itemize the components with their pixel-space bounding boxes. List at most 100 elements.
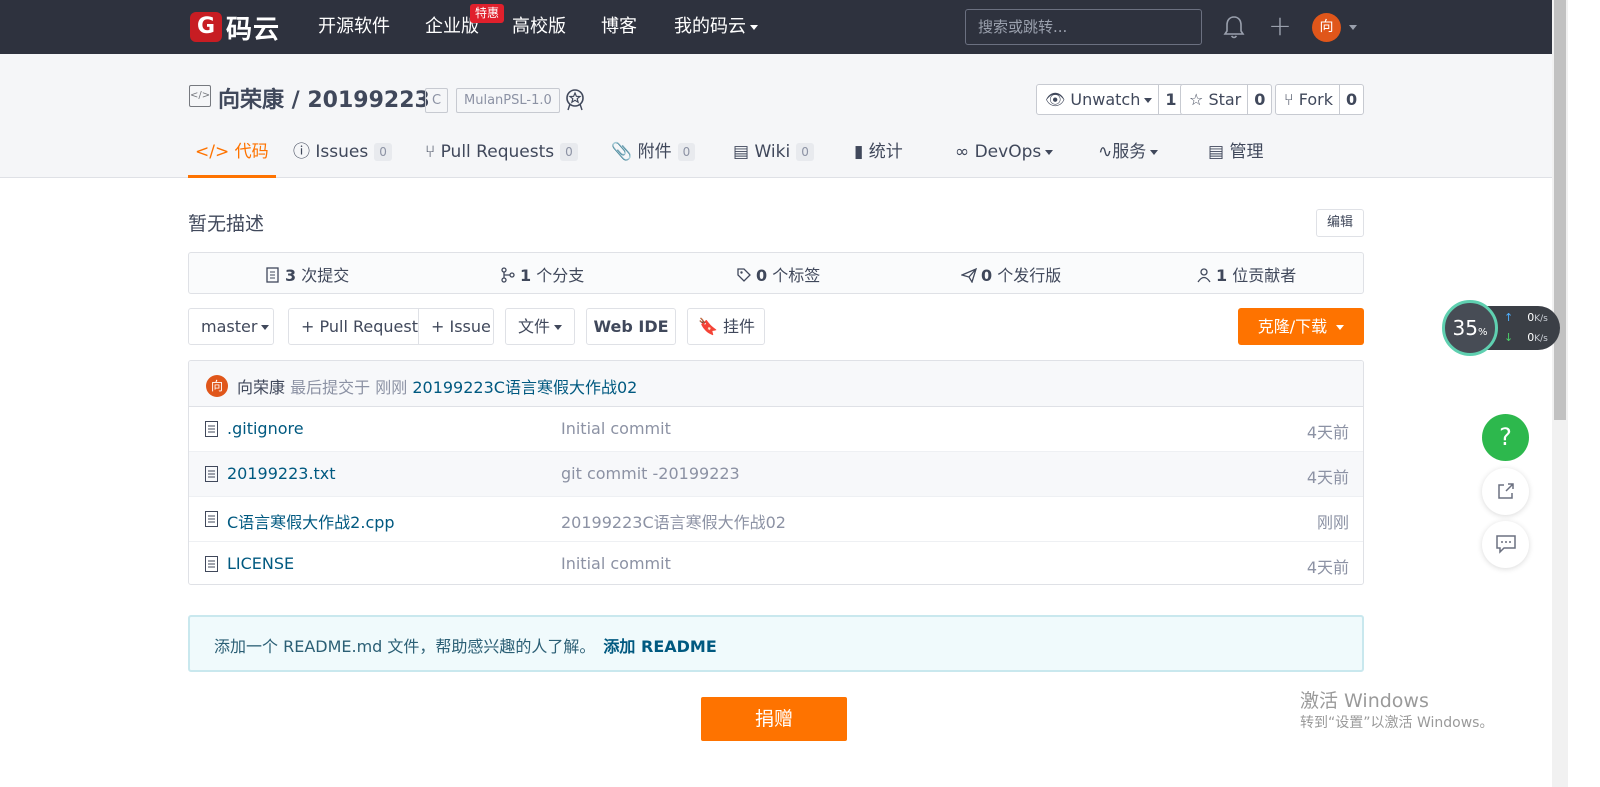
watch-button[interactable]: 👁 Unwatch xyxy=(1037,85,1160,114)
file-time: 4天前 xyxy=(1306,468,1349,487)
tab-statistics[interactable]: ▮ 统计 xyxy=(854,138,903,178)
avatar-chevron-down-icon[interactable] xyxy=(1349,25,1357,30)
commit-author-avatar[interactable]: 向 xyxy=(206,375,228,397)
share-button[interactable] xyxy=(1482,468,1529,515)
nav-blog[interactable]: 博客 xyxy=(601,14,637,40)
feedback-button[interactable] xyxy=(1482,521,1529,568)
edit-description-button[interactable]: 编辑 xyxy=(1316,209,1364,237)
help-button[interactable]: ? xyxy=(1482,414,1529,461)
chevron-down-icon xyxy=(1336,325,1345,330)
file-icon xyxy=(205,556,218,572)
tab-wiki[interactable]: ▤ Wiki 0 xyxy=(733,138,814,178)
file-name-link[interactable]: C语言寒假大作战2.cpp xyxy=(227,509,395,533)
bell-icon[interactable] xyxy=(1222,14,1246,40)
chevron-down-icon xyxy=(1045,149,1054,155)
chevron-down-icon xyxy=(554,325,563,330)
paperclip-icon: 📎 xyxy=(611,142,633,162)
nav-education[interactable]: 高校版 xyxy=(512,14,566,40)
logo-text: 码云 xyxy=(226,14,281,45)
file-icon xyxy=(205,421,218,437)
stat-tags[interactable]: 0 个标签 xyxy=(736,262,820,286)
last-commit-row: 向 向荣康 最后提交于 刚刚 20199223C语言寒假大作战02 xyxy=(189,361,1363,407)
file-name-link[interactable]: LICENSE xyxy=(227,554,294,573)
search-input[interactable]: 搜索或跳转... xyxy=(965,9,1202,45)
paper-plane-icon xyxy=(961,267,977,283)
repo-title[interactable]: 向荣康 / 20199223 xyxy=(218,82,430,114)
file-menu-button[interactable]: 文件 xyxy=(505,308,575,345)
star-button-group[interactable]: ☆ Star 0 xyxy=(1180,84,1273,115)
file-commit-message[interactable]: Initial commit xyxy=(561,419,671,438)
commit-author[interactable]: 向荣康 xyxy=(237,378,285,397)
plus-icon[interactable]: + xyxy=(1268,12,1292,40)
widget-label: 挂件 xyxy=(723,317,756,336)
readme-notice-message: 添加一个 README.md 文件，帮助感兴趣的人了解。 xyxy=(214,637,596,656)
last-commit-info: 向荣康 最后提交于 刚刚 20199223C语言寒假大作战02 xyxy=(237,374,637,398)
network-speed-widget[interactable]: 35% ↑ 0K/s ↓ 0K/s xyxy=(1442,300,1560,356)
fork-button-group[interactable]: ⑂ Fork 0 xyxy=(1275,84,1365,115)
issues-icon: ⓘ xyxy=(293,142,310,162)
stat-label: 个分支 xyxy=(536,266,585,285)
window-edge xyxy=(1568,0,1600,787)
tab-issues[interactable]: ⓘ Issues 0 xyxy=(293,138,392,178)
new-issue-button[interactable]: + Issue xyxy=(418,308,494,345)
stat-branches[interactable]: 1 个分支 xyxy=(500,262,584,286)
web-ide-button[interactable]: Web IDE xyxy=(586,308,676,345)
file-icon xyxy=(205,466,218,482)
award-icon[interactable] xyxy=(564,88,586,112)
enterprise-promo-badge: 特惠 xyxy=(470,4,505,23)
clone-download-button[interactable]: 克隆/下载 xyxy=(1238,308,1364,345)
download-unit: K/s xyxy=(1534,334,1548,344)
nav-open-source[interactable]: 开源软件 xyxy=(318,14,390,40)
contributors-icon xyxy=(1197,268,1211,283)
file-name-link[interactable]: .gitignore xyxy=(227,419,304,438)
stat-commits[interactable]: 3 次提交 xyxy=(265,262,349,286)
eye-icon: 👁 xyxy=(1045,90,1066,109)
file-commit-message[interactable]: Initial commit xyxy=(561,554,671,573)
file-list: 向 向荣康 最后提交于 刚刚 20199223C语言寒假大作战02 .gitig… xyxy=(188,360,1364,585)
file-name-link[interactable]: 20199223.txt xyxy=(227,464,336,483)
fork-button[interactable]: ⑂ Fork xyxy=(1276,85,1340,114)
file-time: 4天前 xyxy=(1306,558,1349,577)
tab-code[interactable]: </> 代码 xyxy=(188,138,276,178)
file-commit-message[interactable]: 20199223C语言寒假大作战02 xyxy=(561,509,786,533)
stat-count: 0 xyxy=(981,266,993,285)
new-pull-request-button[interactable]: + Pull Request xyxy=(288,308,419,345)
file-row[interactable]: C语言寒假大作战2.cpp 20199223C语言寒假大作战02 刚刚 xyxy=(189,497,1363,542)
star-count[interactable]: 0 xyxy=(1248,85,1271,114)
chevron-down-icon xyxy=(750,24,758,30)
chevron-down-icon xyxy=(1150,149,1159,155)
file-row[interactable]: .gitignore Initial commit 4天前 xyxy=(189,407,1363,452)
commits-icon xyxy=(266,267,279,283)
stat-count: 3 xyxy=(285,266,297,285)
license-tag[interactable]: MulanPSL-1.0 xyxy=(456,88,560,113)
watch-button-group[interactable]: 👁 Unwatch 1 xyxy=(1036,84,1184,115)
tab-manage[interactable]: ▤ 管理 xyxy=(1208,138,1263,178)
upload-arrow-icon: ↑ xyxy=(1504,311,1514,324)
commit-message-link[interactable]: 20199223C语言寒假大作战02 xyxy=(412,378,637,397)
file-row[interactable]: LICENSE Initial commit 4天前 xyxy=(189,542,1363,584)
upload-speed: ↑ 0K/s xyxy=(1504,311,1548,324)
tab-devops[interactable]: ∞ DevOps xyxy=(955,138,1054,178)
tab-pull-requests[interactable]: ⑂ Pull Requests 0 xyxy=(425,138,578,178)
file-row[interactable]: 20199223.txt git commit -20199223 4天前 xyxy=(189,452,1363,497)
gitee-logo[interactable]: G 码云 xyxy=(190,10,281,45)
donate-button[interactable]: 捐赠 xyxy=(701,697,847,741)
tab-attachments[interactable]: 📎 附件 0 xyxy=(611,138,696,178)
star-button[interactable]: ☆ Star xyxy=(1181,85,1249,114)
widget-button[interactable]: 🔖 挂件 xyxy=(687,308,765,345)
user-avatar[interactable]: 向 xyxy=(1312,13,1341,42)
add-readme-link[interactable]: 添加 README xyxy=(603,637,716,656)
fork-count[interactable]: 0 xyxy=(1340,85,1363,114)
commit-prefix: 最后提交于 xyxy=(290,378,371,397)
file-commit-message[interactable]: git commit -20199223 xyxy=(561,464,740,483)
stat-contributors[interactable]: 1 位贡献者 xyxy=(1196,262,1296,286)
language-tag[interactable]: C xyxy=(425,88,449,113)
nav-my-gitee[interactable]: 我的码云 xyxy=(674,14,758,40)
share-icon xyxy=(1497,483,1514,499)
tab-services[interactable]: ∿服务 xyxy=(1098,138,1159,178)
project-header: </> 向荣康 / 20199223 C MulanPSL-1.0 👁 Unwa… xyxy=(0,54,1552,178)
stat-releases[interactable]: 0 个发行版 xyxy=(961,262,1061,286)
scrollbar-thumb[interactable] xyxy=(1554,0,1566,420)
branch-select[interactable]: master xyxy=(188,308,274,345)
tag-icon xyxy=(737,268,751,282)
